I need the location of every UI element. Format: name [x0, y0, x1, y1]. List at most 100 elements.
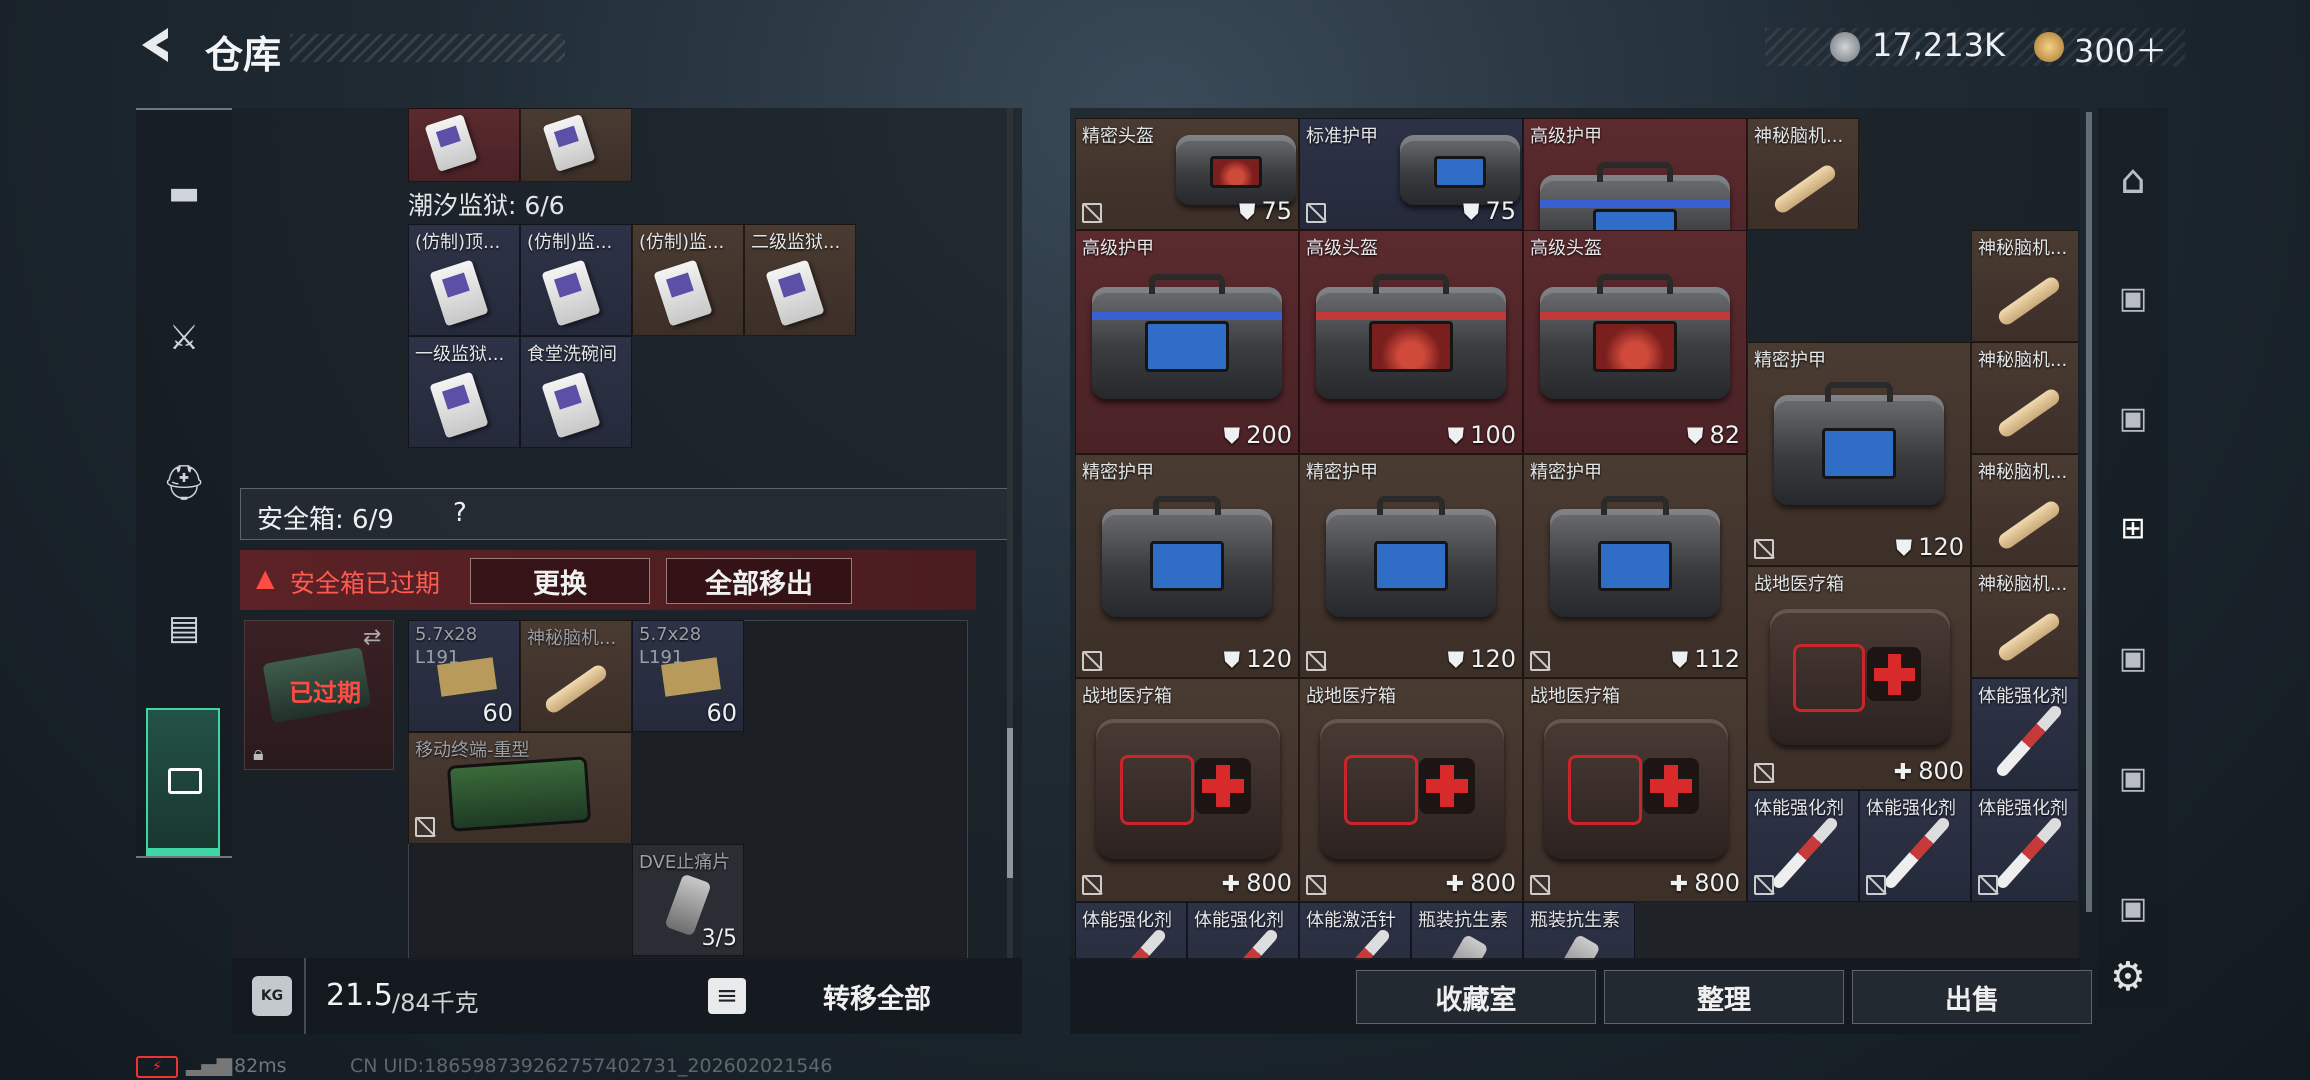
- helmet-item[interactable]: 精密头盔 ⛊ 75: [1075, 118, 1299, 230]
- shield-icon: ⛊: [1238, 200, 1256, 225]
- armor-icon: [1092, 273, 1282, 399]
- keycard-item[interactable]: 一级监狱...: [408, 336, 520, 448]
- container-tab[interactable]: ▣: [2098, 268, 2168, 328]
- durability: ⛊ 112: [1671, 645, 1740, 673]
- swap-icon[interactable]: ⇄: [363, 625, 381, 650]
- stim-item[interactable]: 体能强化剂: [1971, 790, 2078, 902]
- move-all-out-button[interactable]: 全部移出: [666, 558, 852, 604]
- lock-icon: 🔒︎: [253, 741, 264, 765]
- brain-chip-item[interactable]: 神秘脑机...: [1971, 342, 2078, 454]
- keycard-item[interactable]: 食堂洗碗间: [520, 336, 632, 448]
- gold-icon: [2034, 32, 2064, 62]
- sell-button[interactable]: 出售: [1852, 970, 2092, 1024]
- box-icon: ▣: [2118, 890, 2148, 926]
- armor-icon: [1326, 496, 1496, 617]
- container-tab[interactable]: ▣: [2098, 388, 2168, 448]
- ammo-item[interactable]: 5.7x28 L191 60: [632, 620, 744, 732]
- helmet-item[interactable]: 高级头盔 ⛊ 100: [1299, 230, 1523, 454]
- keycard-slot[interactable]: [520, 108, 632, 182]
- back-button[interactable]: [132, 22, 192, 72]
- armor-item[interactable]: 精密护甲 ⛊ 120: [1299, 454, 1523, 678]
- medkit-icon: [1770, 609, 1950, 745]
- weight-max: /84千克: [392, 989, 479, 1017]
- plus-icon: ✚: [1445, 872, 1465, 897]
- brain-chip-item[interactable]: 神秘脑机...: [520, 620, 632, 732]
- medkit-item[interactable]: 战地医疗箱 ✚ 800: [1299, 678, 1523, 902]
- armor-tab[interactable]: ⚔: [136, 308, 232, 368]
- keycard-icon: [541, 371, 601, 439]
- replace-button[interactable]: 更换: [470, 558, 650, 604]
- painkiller-item[interactable]: DVE止痛片 3/5: [632, 844, 744, 956]
- keycard-item[interactable]: (仿制)顶...: [408, 224, 520, 336]
- medkit-item[interactable]: 战地医疗箱 ✚ 800: [1747, 566, 1971, 790]
- list-icon[interactable]: ≡: [708, 978, 746, 1014]
- keycard-slot[interactable]: [408, 108, 520, 182]
- shield-icon: ⛊: [1447, 424, 1465, 449]
- keycard-item[interactable]: (仿制)监...: [520, 224, 632, 336]
- armor-item[interactable]: 标准护甲 ⛊ 75: [1299, 118, 1523, 230]
- medkit-icon: [1096, 719, 1280, 859]
- help-icon[interactable]: ?: [453, 498, 467, 528]
- helmet-icon: [1540, 273, 1730, 399]
- title-decor: [290, 34, 565, 62]
- bottle-icon: [1441, 933, 1489, 960]
- durability: ⛊ 120: [1895, 533, 1964, 561]
- stim-item[interactable]: 体能激活针: [1299, 902, 1411, 960]
- shield-icon: ⛊: [1671, 648, 1689, 673]
- empty-slot[interactable]: [1635, 902, 2078, 960]
- armor-icon: [1102, 496, 1272, 617]
- stash-scrollbar[interactable]: [2086, 112, 2092, 912]
- armor-item[interactable]: 精密护甲 ⛊ 120: [1747, 342, 1971, 566]
- armor-icon: [1774, 381, 1944, 505]
- container-tab[interactable]: ▣: [2098, 748, 2168, 808]
- rig-tab[interactable]: ▤: [136, 598, 232, 658]
- stim-item[interactable]: 体能强化剂: [1075, 902, 1187, 960]
- stim-item[interactable]: 体能强化剂: [1747, 790, 1859, 902]
- antibiotic-item[interactable]: 瓶装抗生素: [1523, 902, 1635, 960]
- brain-chip-item[interactable]: 神秘脑机...: [1971, 230, 2078, 342]
- helmet-item[interactable]: 高级头盔 ⛊ 82: [1523, 230, 1747, 454]
- medkit-item[interactable]: 战地医疗箱 ✚ 800: [1523, 678, 1747, 902]
- transfer-all-button[interactable]: 转移全部: [752, 970, 1002, 1022]
- keycard-item[interactable]: 二级监狱...: [744, 224, 856, 336]
- plus-icon: ✚: [1893, 760, 1913, 785]
- brain-chip-item[interactable]: 神秘脑机...: [1971, 454, 2078, 566]
- syringe-icon: [1994, 815, 2064, 891]
- antibiotic-item[interactable]: 瓶装抗生素: [1411, 902, 1523, 960]
- armor-item[interactable]: 精密护甲 ⛊ 112: [1523, 454, 1747, 678]
- stash-grid: 精密头盔⛊75 标准护甲⛊75 高级护甲⛊200 神秘脑机... 高级护甲⛊20…: [1075, 118, 2078, 960]
- brain-chip-icon: [1995, 498, 2063, 552]
- ammo-item[interactable]: 5.7x28 L191 60: [408, 620, 520, 732]
- brain-chip-icon: [542, 662, 610, 716]
- safebox-tab[interactable]: [146, 708, 220, 856]
- terminal-item[interactable]: 移动终端-重型: [408, 732, 632, 844]
- backpack-tab[interactable]: ⛑: [136, 453, 232, 513]
- sort-button[interactable]: 整理: [1604, 970, 1844, 1024]
- brain-chip-item[interactable]: 神秘脑机...: [1971, 566, 2078, 678]
- collection-room-button[interactable]: 收藏室: [1356, 970, 1596, 1024]
- stim-item[interactable]: 体能强化剂: [1971, 678, 2078, 790]
- stash-tab[interactable]: ⌂: [2098, 150, 2168, 210]
- container-tab[interactable]: ▣: [2098, 878, 2168, 938]
- heal-value: ✚ 800: [1221, 869, 1292, 897]
- stim-item[interactable]: 体能强化剂: [1859, 790, 1971, 902]
- heal-value: ✚ 800: [1669, 869, 1740, 897]
- settings-icon[interactable]: ⚙: [2110, 954, 2146, 1000]
- armor-item[interactable]: 精密护甲 ⛊ 120: [1075, 454, 1299, 678]
- armor-icon: [1550, 496, 1720, 617]
- keycard-item[interactable]: (仿制)监...: [632, 224, 744, 336]
- container-tab[interactable]: ▣: [2098, 628, 2168, 688]
- currency-premium[interactable]: 300＋: [2074, 26, 2167, 72]
- medkit-item[interactable]: 战地医疗箱 ✚ 800: [1075, 678, 1299, 902]
- stim-item[interactable]: 体能强化剂: [1187, 902, 1299, 960]
- syringe-icon: [1098, 927, 1168, 960]
- ammo-box-icon: [437, 657, 497, 697]
- currency-coins: 17,213K: [1872, 26, 2005, 64]
- add-container-tab[interactable]: ⊞: [2098, 498, 2168, 558]
- brain-chip-item[interactable]: 神秘脑机...: [1747, 118, 1859, 230]
- scrollbar[interactable]: [1007, 108, 1013, 958]
- keycard-icon: [542, 113, 596, 173]
- plus-icon: ✚: [1221, 872, 1241, 897]
- weapon-tab[interactable]: ▬: [136, 163, 232, 223]
- armor-item[interactable]: 高级护甲⛊200: [1075, 230, 1299, 454]
